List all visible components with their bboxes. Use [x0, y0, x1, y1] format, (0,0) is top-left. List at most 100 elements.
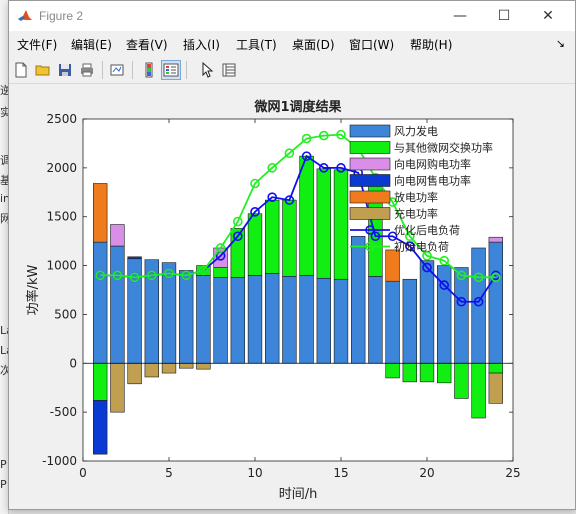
- new-figure-icon: [15, 62, 27, 78]
- minimize-button[interactable]: —: [437, 1, 483, 31]
- property-inspector-icon: [222, 63, 236, 77]
- bar-wind: [213, 277, 228, 364]
- bar-exchange: [316, 168, 331, 279]
- legend-button[interactable]: [161, 60, 181, 80]
- menu-help[interactable]: 帮助(H): [410, 36, 452, 53]
- bar-wind: [196, 275, 211, 364]
- y-tick-label: -500: [50, 405, 77, 419]
- dock-arrow-icon[interactable]: ↘: [556, 37, 565, 50]
- title-bar: Figure 2 — ☐ ✕: [9, 1, 575, 31]
- bar-buy: [110, 224, 125, 247]
- print-button[interactable]: [77, 60, 97, 80]
- open-button[interactable]: [33, 60, 53, 80]
- legend-entry-label: 风力发电: [394, 124, 438, 138]
- figure-toolbar: [9, 57, 575, 84]
- new-figure-button[interactable]: [11, 60, 31, 80]
- bar-buy: [488, 236, 503, 243]
- legend-swatch-charge: [349, 207, 391, 220]
- legend-swatch-buy: [349, 157, 391, 171]
- bar-wind: [127, 258, 142, 364]
- y-tick-label: -1000: [42, 454, 77, 468]
- legend-swatch-sell: [349, 174, 391, 187]
- y-axis-label: 功率/kW: [25, 264, 41, 315]
- bar-wind: [454, 267, 469, 364]
- toolbar-separator: [186, 61, 187, 79]
- bar-exchange: [333, 169, 349, 280]
- save-button[interactable]: [55, 60, 75, 80]
- x-tick-label: 20: [419, 466, 434, 480]
- bar-exchange: [419, 362, 435, 383]
- menu-edit[interactable]: 编辑(E): [71, 36, 112, 53]
- toolbar-separator: [132, 61, 133, 79]
- chart-title: 微网1调度结果: [253, 99, 341, 115]
- legend-swatch-exchange: [349, 141, 391, 154]
- matlab-logo-icon: [17, 8, 33, 24]
- menu-file[interactable]: 文件(F): [17, 36, 57, 53]
- legend-icon: [163, 63, 179, 77]
- y-tick-label: 2500: [46, 112, 77, 126]
- bar-sell: [93, 400, 108, 455]
- bar-exchange: [265, 199, 280, 274]
- bar-discharge: [385, 249, 400, 282]
- y-tick-label: 1500: [46, 210, 77, 224]
- chart-svg: 0 5 10 15 20 25-1000-50005001000150020002500 …: [25, 99, 521, 502]
- bar-exchange: [385, 362, 400, 379]
- y-tick-label: 2000: [46, 161, 77, 175]
- bar-wind: [179, 270, 194, 364]
- menu-tools[interactable]: 工具(T): [236, 36, 277, 53]
- y-tick-label: 0: [69, 356, 77, 370]
- maximize-button[interactable]: ☐: [481, 1, 527, 31]
- pointer-button[interactable]: [197, 60, 217, 80]
- bar-exchange: [247, 213, 263, 276]
- bar-exchange: [299, 155, 314, 276]
- bar-wind: [299, 275, 314, 364]
- legend-entry-label: 向电网购电功率: [394, 157, 471, 171]
- link-plot-button[interactable]: [107, 60, 127, 80]
- x-tick-label: 15: [333, 466, 348, 480]
- menu-window[interactable]: 窗口(W): [349, 36, 394, 53]
- link-plot-icon: [110, 64, 124, 76]
- bar-exchange: [454, 362, 469, 399]
- x-tick-label: 25: [505, 466, 520, 480]
- property-inspector-button[interactable]: [219, 60, 239, 80]
- bar-wind: [282, 276, 297, 364]
- background-text-fragment: P: [0, 478, 7, 491]
- legend-entry-label: 向电网售电功率: [394, 174, 471, 188]
- x-tick-label: 0: [79, 466, 87, 480]
- bar-charge: [127, 362, 142, 385]
- bar-sell: [127, 256, 142, 260]
- colorbar-button[interactable]: [139, 60, 159, 80]
- minimize-icon: —: [453, 8, 467, 24]
- menu-view[interactable]: 查看(V): [126, 36, 168, 53]
- save-icon: [59, 64, 71, 76]
- bar-charge: [144, 362, 159, 378]
- background-text-fragment: P: [0, 458, 7, 471]
- bar-discharge: [93, 183, 108, 243]
- y-tick-label: 500: [54, 307, 77, 321]
- bar-charge: [196, 362, 211, 370]
- x-tick-label: 5: [165, 466, 173, 480]
- figure-canvas: 0 5 10 15 20 25 -1000 -500 0 500 1000 1500 2000 2500 …: [9, 85, 575, 509]
- close-icon: ✕: [542, 8, 554, 24]
- bar-exchange: [471, 362, 486, 419]
- bar-wind: [402, 278, 417, 364]
- legend-entry-label: 优化后电负荷: [394, 223, 460, 237]
- bar-wind: [368, 276, 383, 364]
- colorbar-icon: [145, 62, 153, 78]
- bar-wind: [230, 277, 245, 364]
- bar-exchange: [402, 362, 417, 383]
- menu-insert[interactable]: 插入(I): [183, 36, 220, 53]
- bar-wind: [93, 241, 108, 364]
- close-button[interactable]: ✕: [525, 1, 571, 31]
- bar-charge: [488, 372, 503, 404]
- menu-desktop[interactable]: 桌面(D): [292, 36, 335, 53]
- bar-charge: [161, 362, 177, 374]
- legend-entry-label: 初始电负荷: [394, 240, 449, 254]
- window-title: Figure 2: [39, 9, 84, 23]
- bar-charge: [110, 362, 125, 413]
- legend-entry-label: 与其他微网交换功率: [394, 141, 493, 155]
- bar-wind: [488, 241, 503, 364]
- menu-bar: 文件(F) 编辑(E) 查看(V) 插入(I) 工具(T) 桌面(D) 窗口(W…: [9, 33, 575, 55]
- legend-swatch-discharge: [349, 190, 391, 204]
- bar-wind: [419, 260, 435, 364]
